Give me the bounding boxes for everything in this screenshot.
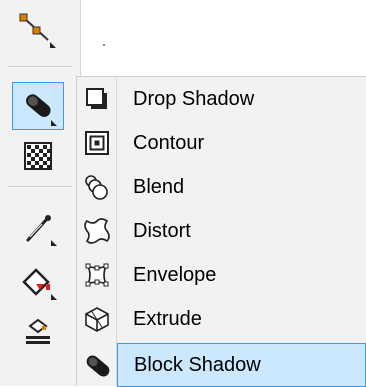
tool-eyedropper[interactable] [12,204,64,252]
blend-icon [81,171,113,203]
tool-shape[interactable] [12,8,64,56]
toolbox-separator [8,66,72,67]
menu-item-label: Extrude [133,307,202,330]
menu-item-label: Block Shadow [134,353,261,376]
block-shadow-icon [82,350,114,382]
toolbox-separator [8,186,72,187]
canvas-marker [103,44,105,46]
envelope-icon [81,259,113,291]
eyedropper-icon [18,208,58,248]
drop-shadow-icon [81,83,113,115]
menu-item-contour[interactable]: Contour [77,121,366,165]
menu-item-blend[interactable]: Blend [77,165,366,209]
tool-interactive-fill[interactable] [12,258,64,306]
menu-item-label: Contour [133,131,205,154]
canvas-area [81,0,366,70]
tool-effects[interactable] [12,82,64,130]
smart-fill-icon [18,312,58,352]
transparency-checker-icon [23,141,53,171]
menu-item-label: Drop Shadow [133,87,255,110]
extrude-icon [81,303,113,335]
menu-item-label: Blend [133,175,185,198]
menu-item-block-shadow[interactable]: Block Shadow [86,343,366,387]
tool-transparency[interactable] [12,132,64,180]
contour-icon [81,127,113,159]
menu-item-envelope[interactable]: Envelope [77,253,366,297]
menu-item-extrude[interactable]: Extrude [77,297,366,341]
tool-smart-fill[interactable] [12,308,64,356]
effects-flyout-menu: Drop Shadow Contour Blend Distort Envelo… [76,76,366,387]
distort-icon [81,215,113,247]
interactive-fill-icon [18,262,58,302]
menu-item-label: Distort [133,219,191,242]
bezier-node-icon [16,10,60,54]
menu-item-distort[interactable]: Distort [77,209,366,253]
menu-item-label: Envelope [133,263,217,286]
block-shadow-icon [18,86,58,126]
menu-item-drop-shadow[interactable]: Drop Shadow [77,77,366,121]
toolbox [0,0,81,386]
